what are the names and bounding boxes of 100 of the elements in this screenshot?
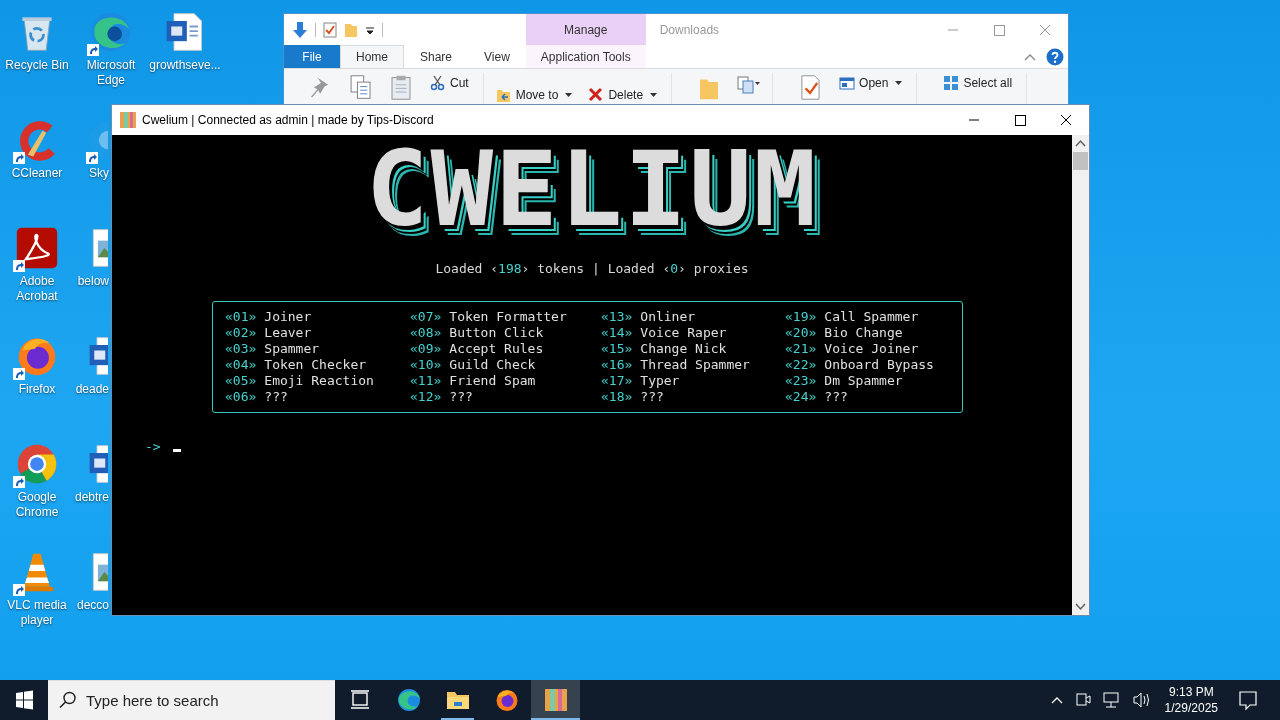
- option-label: Change Nick: [640, 341, 727, 357]
- option-number: «08»: [410, 325, 442, 341]
- ribbon-button[interactable]: Delete: [586, 85, 660, 105]
- search-field[interactable]: Type here to search: [48, 680, 335, 720]
- delete-x-icon: [588, 87, 605, 103]
- desktop-icon-label[interactable]: Firefox: [0, 382, 74, 397]
- ribbon-button[interactable]: Select all: [941, 73, 1015, 93]
- ribbon-tab[interactable]: Application Tools: [525, 45, 646, 68]
- swirl-logo-icon: [396, 688, 421, 712]
- curl-logo-icon[interactable]: [15, 226, 59, 270]
- option-number: «13»: [601, 309, 633, 325]
- open-window-icon: [839, 75, 856, 91]
- help-icon[interactable]: [1046, 47, 1064, 66]
- desktop-icon-label[interactable]: growthseve...: [148, 58, 222, 73]
- option-number: «09»: [410, 341, 442, 357]
- ribbon-button[interactable]: Move to: [493, 85, 575, 105]
- window-title: Cwelium | Connected as admin | made by Tips-Discord: [142, 113, 434, 127]
- option-label: Voice Joiner: [824, 341, 919, 357]
- option-number: «18»: [601, 389, 633, 405]
- option-number: «19»: [785, 309, 817, 325]
- option-label: Emoji Reaction: [264, 373, 374, 389]
- desktop-icon-label[interactable]: below: [77, 274, 109, 289]
- app-icon: [543, 688, 568, 712]
- option-number: «06»: [225, 389, 257, 405]
- desktop-icon-label[interactable]: Recycle Bin: [0, 58, 74, 73]
- ring-logo-icon[interactable]: [15, 442, 59, 486]
- globe-logo-icon: [494, 688, 519, 712]
- option-number: «23»: [785, 373, 817, 389]
- option-number: «21»: [785, 341, 817, 357]
- option-number: «17»: [601, 373, 633, 389]
- option-label: Joiner: [264, 309, 312, 325]
- ascii-logo: CWELIUM: [365, 139, 819, 239]
- option-label: Call Spammer: [824, 309, 919, 325]
- app-icon: [120, 112, 136, 128]
- desktop-icon-label[interactable]: Google Chrome: [0, 490, 74, 520]
- desktop-icon-label[interactable]: Sky: [89, 166, 109, 181]
- download-arrow-icon[interactable]: [292, 20, 308, 39]
- option-label: ???: [264, 389, 288, 405]
- text-cursor: [172, 448, 181, 452]
- scroll-thumb[interactable]: [1073, 152, 1088, 170]
- scissors-icon: [430, 75, 446, 91]
- desktop-icon-label[interactable]: CCleaner: [0, 166, 74, 181]
- option-number: «14»: [601, 325, 633, 341]
- desktop-icon-label[interactable]: debtre: [74, 490, 109, 505]
- option-number: «07»: [410, 309, 442, 325]
- option-label: Leaver: [264, 325, 312, 341]
- desktop-icon-label[interactable]: deade: [75, 382, 109, 397]
- option-number: «11»: [410, 373, 442, 389]
- dropdown-caret-icon[interactable]: [365, 24, 375, 35]
- copy-to-icon[interactable]: [736, 75, 761, 97]
- option-label: Token Checker: [264, 357, 367, 373]
- option-label: Thread Spammer: [640, 357, 750, 373]
- option-number: «24»: [785, 389, 817, 405]
- option-number: «02»: [225, 325, 257, 341]
- ribbon-button[interactable]: Cut: [428, 73, 471, 93]
- clipboard-icon[interactable]: [388, 74, 414, 101]
- option-number: «15»: [601, 341, 633, 357]
- option-label: ???: [449, 389, 473, 405]
- option-label: Friend Spam: [449, 373, 536, 389]
- option-label: Onliner: [640, 309, 696, 325]
- collapse-caret-icon[interactable]: [1024, 52, 1036, 61]
- option-label: Accept Rules: [449, 341, 544, 357]
- desktop-icon-label[interactable]: Adobe Acrobat: [0, 274, 74, 304]
- clock[interactable]: 9:13 PM 1/29/2025: [1156, 680, 1226, 720]
- window-title: Downloads: [658, 22, 721, 37]
- option-number: «22»: [785, 357, 817, 373]
- option-label: ???: [824, 389, 848, 405]
- option-number: «16»: [601, 357, 633, 373]
- option-label: Onboard Bypass: [824, 357, 934, 373]
- move-folder-icon: [495, 87, 512, 103]
- desktop-icon-label[interactable]: decco: [76, 598, 109, 613]
- option-label: Dm Spammer: [824, 373, 903, 389]
- option-label: Spammer: [264, 341, 320, 357]
- option-number: «01»: [225, 309, 257, 325]
- tab-group-header: Manage: [525, 14, 646, 45]
- clock-date: 1/29/2025: [1164, 700, 1218, 716]
- option-label: Typer: [640, 373, 680, 389]
- swirl-logo-icon[interactable]: [89, 10, 133, 54]
- option-number: «03»: [225, 341, 257, 357]
- ribbon-tab[interactable]: Share: [404, 45, 469, 68]
- option-label: Token Formatter: [449, 309, 567, 325]
- option-number: «05»: [225, 373, 257, 389]
- ribbon-tab[interactable]: Home: [340, 45, 404, 68]
- taskbar-button[interactable]: [531, 680, 580, 720]
- option-label: Voice Raper: [640, 325, 727, 341]
- option-label: Button Click: [449, 325, 544, 341]
- option-number: «12»: [410, 389, 442, 405]
- clock-time: 9:13 PM: [1167, 684, 1215, 700]
- checklist-icon[interactable]: [323, 21, 337, 38]
- option-label: Guild Check: [449, 357, 536, 373]
- scrollbar[interactable]: [1072, 135, 1089, 615]
- desktop-icon-label[interactable]: Microsoft Edge: [74, 58, 148, 88]
- ribbon-button[interactable]: Open: [837, 73, 905, 93]
- option-number: «04»: [225, 357, 257, 373]
- copy-icon[interactable]: [348, 74, 374, 101]
- desktop-icon-label[interactable]: VLC media player: [0, 598, 74, 628]
- select-all-icon: [943, 75, 960, 91]
- ribbon-tab[interactable]: File: [284, 45, 340, 68]
- prompt-arrow: ->: [145, 438, 161, 454]
- ribbon-tab[interactable]: View: [468, 45, 526, 68]
